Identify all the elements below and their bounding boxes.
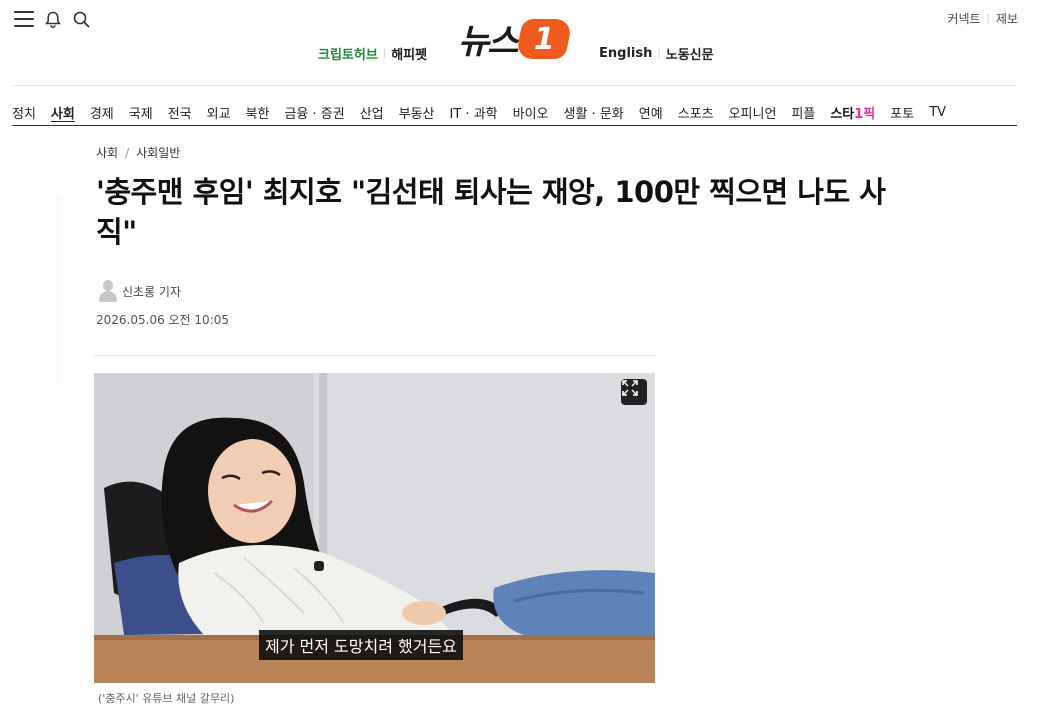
header-divider — [12, 85, 1017, 86]
report-link[interactable]: 제보 — [996, 10, 1018, 27]
nav-item-opinion[interactable]: 오피니언 — [729, 103, 777, 122]
rodong-link[interactable]: 노동신문 — [666, 44, 714, 63]
english-link[interactable]: English — [599, 46, 652, 61]
logo-badge-number: 1 — [533, 21, 554, 56]
nav-item-tv[interactable]: TV — [929, 105, 946, 120]
news1-logo[interactable]: 뉴스 1 — [458, 14, 573, 63]
nav-item-society[interactable]: 사회 — [51, 103, 75, 122]
nav-item-people[interactable]: 피플 — [791, 103, 815, 122]
nav-item-real-estate[interactable]: 부동산 — [399, 103, 435, 122]
nav-item-entertainment[interactable]: 연예 — [639, 103, 663, 122]
author-byline[interactable]: 신초롱 기자 — [98, 280, 181, 302]
nav-item-finance[interactable]: 금융 · 증권 — [284, 103, 344, 122]
nav-item-bio[interactable]: 바이오 — [513, 103, 549, 122]
breadcrumb-subsection[interactable]: 사회일반 — [136, 144, 180, 161]
nav-item-photo[interactable]: 포토 — [890, 103, 914, 122]
nav-item-sports[interactable]: 스포츠 — [678, 103, 714, 122]
top-utility-links: 커넥트 | 제보 — [947, 10, 1018, 27]
nav-item-diplomacy[interactable]: 외교 — [207, 103, 231, 122]
publish-date: 2026.05.06 오전 10:05 — [96, 313, 229, 327]
nav-item-politics[interactable]: 정치 — [12, 103, 36, 122]
logo-badge: 1 — [514, 18, 573, 59]
video-subtitle: 제가 먼저 도망치려 했거든요 — [259, 630, 463, 660]
site-header: 커넥트 | 제보 크립토허브 | 해피펫 뉴스 1 English | 노동신문 — [0, 0, 1040, 86]
bell-icon[interactable] — [44, 10, 62, 28]
header-icon-group — [14, 10, 90, 28]
avatar-icon — [98, 280, 118, 302]
breadcrumb-section[interactable]: 사회 — [96, 144, 118, 161]
breadcrumb: 사회 / 사회일반 — [96, 144, 180, 161]
side-shadow — [56, 195, 66, 385]
author-name: 신초롱 기자 — [122, 284, 182, 299]
article-title: '충주맨 후임' 최지호 "김선태 퇴사는 재앙, 100만 찍으면 나도 사직… — [96, 175, 886, 249]
search-icon[interactable] — [72, 10, 90, 28]
nav-divider — [12, 125, 1017, 126]
article-image: 제가 먼저 도망치려 했거든요 — [94, 373, 655, 683]
partner-links-right: English | 노동신문 — [599, 44, 714, 63]
logo-text: 뉴스 — [458, 22, 519, 62]
nav-item-star-pick[interactable]: 스타1픽 — [830, 103, 875, 122]
divider: | — [382, 48, 387, 59]
divider: | — [657, 48, 661, 59]
article-divider — [94, 355, 656, 356]
expand-icon[interactable] — [621, 379, 647, 405]
category-nav: 정치 사회 경제 국제 전국 외교 북한 금융 · 증권 산업 부동산 IT ·… — [12, 98, 1017, 126]
divider: | — [986, 13, 990, 24]
crypto-hub-link[interactable]: 크립토허브 — [318, 44, 378, 63]
menu-icon[interactable] — [14, 11, 34, 27]
nav-item-international[interactable]: 국제 — [129, 103, 153, 122]
nav-item-north-korea[interactable]: 북한 — [246, 103, 270, 122]
star-suffix: 1픽 — [854, 106, 876, 122]
nav-item-life-culture[interactable]: 생활 · 문화 — [564, 103, 624, 122]
connect-link[interactable]: 커넥트 — [947, 10, 980, 27]
nav-item-it-science[interactable]: IT · 과학 — [450, 103, 498, 122]
happy-pet-link[interactable]: 해피펫 — [391, 44, 427, 63]
nav-item-national[interactable]: 전국 — [168, 103, 192, 122]
star-label: 스타 — [830, 106, 855, 122]
image-caption: ('충주시' 유튜브 채널 갈무리) — [98, 692, 235, 705]
nav-item-economy[interactable]: 경제 — [90, 103, 114, 122]
partner-links-left: 크립토허브 | 해피펫 — [318, 44, 427, 63]
breadcrumb-separator: / — [125, 145, 130, 160]
nav-item-industry[interactable]: 산업 — [360, 103, 384, 122]
